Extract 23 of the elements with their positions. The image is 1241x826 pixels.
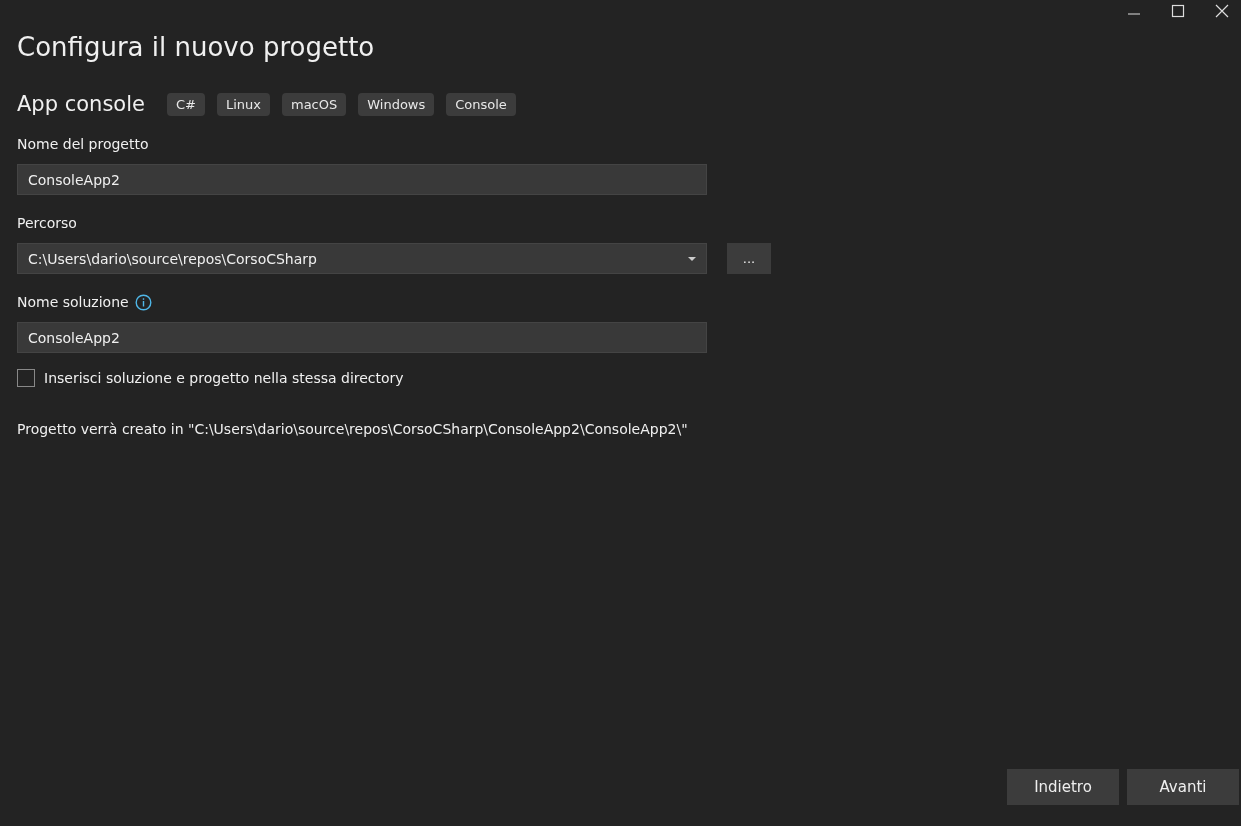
maximize-icon[interactable] <box>1171 4 1185 18</box>
path-dropdown[interactable]: C:\Users\dario\source\repos\CorsoCSharp <box>17 243 707 274</box>
window-title: Configura il nuovo progetto <box>17 32 376 62</box>
field-label: Nome del progetto <box>17 136 149 152</box>
input-field[interactable]: ConsoleApp2 <box>17 322 707 353</box>
checkbox[interactable] <box>17 369 35 387</box>
tag: Console <box>446 92 516 116</box>
field-label: Nome soluzione <box>17 294 129 310</box>
nav-button[interactable]: Indietro <box>1007 769 1119 805</box>
caret-icon <box>688 256 696 261</box>
tag: macOS <box>281 92 347 116</box>
nav-button[interactable]: Avanti <box>1127 769 1239 805</box>
close-icon[interactable] <box>1215 4 1229 18</box>
tag: C# <box>166 92 205 116</box>
input-field[interactable]: ConsoleApp2 <box>17 164 707 195</box>
tag: Linux <box>216 92 270 116</box>
output-path-text: Progetto verrà creato in "C:\Users\dario\source\repos\CorsoCSharp\ConsoleApp2\ConsoleApp2\" <box>17 421 689 437</box>
checkbox-label: Inserisci soluzione e progetto nella stessa directory <box>44 370 404 386</box>
tag: Windows <box>358 92 435 116</box>
field-label: Percorso <box>17 215 77 231</box>
browse-button[interactable]: ... <box>727 243 771 274</box>
template-name: App console <box>17 92 145 116</box>
info-icon[interactable] <box>134 293 152 311</box>
